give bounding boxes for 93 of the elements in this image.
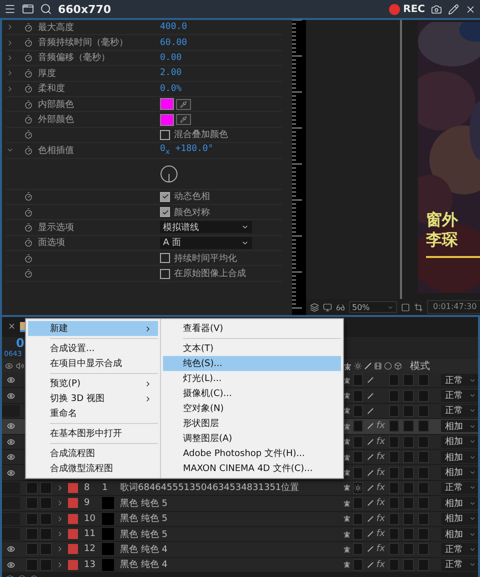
- dropdown[interactable]: 模拟谱线: [160, 221, 252, 234]
- layer-number: 11: [84, 529, 96, 540]
- layer-name: 黑色 纯色 4: [120, 544, 168, 556]
- menu-item[interactable]: 纯色(S)...: [163, 356, 341, 371]
- property-value[interactable]: 0.00: [160, 52, 282, 63]
- zoom-dropdown[interactable]: 50%: [349, 301, 397, 313]
- layer-number: 12: [84, 544, 96, 554]
- mode-dropdown[interactable]: 相加: [440, 512, 478, 525]
- effects-switch[interactable]: fx: [376, 436, 387, 447]
- property-value[interactable]: 2.00: [160, 68, 282, 78]
- property-label: 面选项: [38, 236, 66, 250]
- property-label: 显示选项: [38, 222, 75, 234]
- mode-dropdown[interactable]: 相加: [440, 420, 478, 432]
- mode-dropdown[interactable]: 正常: [440, 404, 478, 417]
- property-value[interactable]: 0.0%: [160, 84, 282, 94]
- property-label: 内部颜色: [38, 98, 75, 111]
- menu-item[interactable]: 合成设置...: [28, 341, 158, 356]
- property-label: 柔和度: [38, 82, 66, 96]
- layer-number: 8: [84, 482, 91, 493]
- effects-switch[interactable]: fx: [376, 560, 387, 570]
- checkbox-label: 持续时间平均化: [174, 252, 237, 265]
- property-label: 音频偏移（毫秒）: [38, 51, 111, 64]
- menu-item[interactable]: 在项目中显示合成: [28, 356, 158, 371]
- mode-dropdown[interactable]: 相加: [440, 528, 478, 540]
- layer-name: 歌词6846455513504634534831351位置: [120, 482, 300, 494]
- timecode: 0:01:47:30: [427, 300, 480, 314]
- checkbox-label: 动态色相: [174, 190, 210, 204]
- window-title: 660x770: [58, 2, 112, 16]
- menu-item[interactable]: 灯光(L)...: [163, 371, 341, 386]
- mode-dropdown[interactable]: 相加: [440, 497, 478, 510]
- menu-item[interactable]: 新建: [28, 321, 158, 336]
- dropdown[interactable]: A 面: [160, 236, 252, 249]
- property-label: 色相插值: [38, 144, 75, 157]
- menu-item[interactable]: 合成流程图: [28, 446, 158, 461]
- layer-parent: 1: [102, 482, 109, 493]
- menu-item[interactable]: 切换 3D 视图: [28, 391, 158, 406]
- effects-switch[interactable]: fx: [376, 421, 387, 432]
- checkbox-label: 颜色对称: [174, 206, 210, 219]
- checkbox-label: 在原始图像上合成: [174, 268, 246, 280]
- menu-item[interactable]: Adobe Photoshop 文件(H)...: [163, 446, 341, 461]
- layer-row[interactable]: 8 1 歌词6846455513504634534831351位置 fx 正常: [2, 480, 478, 496]
- layer-number: 9: [84, 498, 91, 508]
- effects-switch[interactable]: fx: [376, 498, 387, 508]
- property-label: 厚度: [38, 68, 57, 80]
- record-label: REC: [403, 4, 425, 14]
- layer-row[interactable]: 11 黑色 纯色 5 fx 相加: [2, 526, 478, 542]
- layer-row[interactable]: 13 黑色 纯色 4 fx 正常: [2, 558, 478, 574]
- timecode: 0: [16, 337, 24, 350]
- property-value[interactable]: 0$_{x}$ +180.0°: [160, 144, 282, 156]
- caption-text: 李琛: [426, 230, 459, 250]
- layer-number: 10: [84, 514, 96, 524]
- layer-row[interactable]: 9 黑色 纯色 5 fx 相加: [2, 496, 478, 512]
- close-tab[interactable]: ×: [8, 322, 16, 332]
- menu-item[interactable]: 查看器(V): [163, 321, 341, 336]
- layer-row[interactable]: 12 黑色 纯色 4 fx 正常: [2, 542, 478, 558]
- layer-name: 黑色 纯色 4: [120, 558, 168, 572]
- menu-item[interactable]: MAXON CINEMA 4D 文件(C)...: [163, 461, 341, 476]
- effects-switch[interactable]: fx: [376, 514, 387, 524]
- layer-row[interactable]: 10 黑色 纯色 5 fx 相加: [2, 512, 478, 527]
- mode-dropdown[interactable]: 正常: [440, 558, 478, 571]
- property-label: 外部颜色: [38, 114, 75, 126]
- menu-item[interactable]: 文本(T): [163, 341, 341, 356]
- caption-text: 窗外: [426, 210, 459, 230]
- mode-dropdown[interactable]: 相加: [440, 451, 478, 464]
- mode-dropdown[interactable]: 正常: [440, 543, 478, 556]
- layer-name: 黑色 纯色 5: [120, 528, 168, 541]
- menu-item[interactable]: 摄像机(C)...: [163, 386, 341, 401]
- property-value[interactable]: 60.00: [160, 38, 282, 48]
- layer-number: 13: [84, 560, 96, 570]
- effects-switch[interactable]: fx: [376, 452, 387, 462]
- menu-item[interactable]: 预览(P): [28, 376, 158, 391]
- effects-switch[interactable]: fx: [376, 529, 387, 540]
- menu-item[interactable]: 形状图层: [163, 416, 341, 431]
- property-label: 最大高度: [38, 22, 75, 34]
- mode-dropdown[interactable]: 正常: [440, 482, 478, 494]
- column-header: 模式: [410, 360, 430, 373]
- mode-dropdown[interactable]: 正常: [440, 390, 478, 402]
- effects-switch[interactable]: fx: [376, 468, 387, 478]
- menu-item[interactable]: 空对象(N): [163, 401, 341, 416]
- layer-name: 黑色 纯色 5: [120, 512, 168, 526]
- mode-dropdown[interactable]: 正常: [440, 374, 478, 386]
- menu-item[interactable]: 重命名: [28, 406, 158, 421]
- effects-switch[interactable]: fx: [376, 482, 387, 493]
- property-label: 音频持续时间（毫秒）: [38, 36, 129, 50]
- mode-dropdown[interactable]: 相加: [440, 436, 478, 448]
- menu-item[interactable]: 调整图层(A): [163, 431, 341, 446]
- mode-dropdown[interactable]: 相加: [440, 466, 478, 479]
- effects-switch[interactable]: fx: [376, 544, 387, 554]
- menu-item[interactable]: 合成微型流程图: [28, 461, 158, 476]
- menu-item[interactable]: 在基本图形中打开: [28, 426, 158, 441]
- layer-name: 黑色 纯色 5: [120, 498, 168, 510]
- property-value[interactable]: 400.0: [160, 22, 282, 32]
- checkbox-label: 混合叠加颜色: [174, 128, 228, 142]
